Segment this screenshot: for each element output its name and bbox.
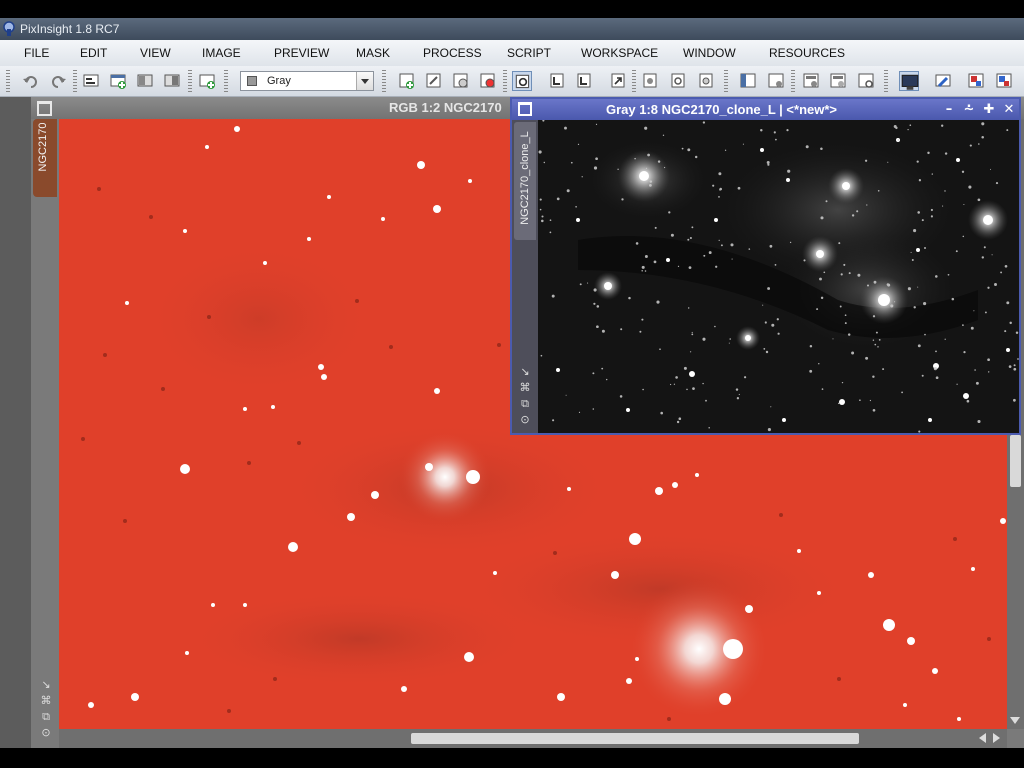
vertical-scroll-thumb[interactable]	[1010, 435, 1021, 487]
mask-mode-value: Gray	[267, 75, 291, 87]
fit-icon[interactable]: ⧉	[519, 398, 531, 410]
menu-view[interactable]: VIEW	[140, 40, 171, 66]
target-icon[interactable]: ⊙	[519, 414, 531, 426]
rgb-window-title: RGB 1:2 NGC2170	[389, 100, 502, 115]
menu-preview[interactable]: PREVIEW	[274, 40, 329, 66]
stf-icon-3[interactable]	[696, 71, 716, 91]
menu-mask[interactable]: MASK	[356, 40, 390, 66]
horizontal-scrollbar[interactable]	[59, 729, 1007, 748]
undo-icon[interactable]	[21, 71, 41, 91]
mask-mode-select[interactable]: Gray	[240, 71, 374, 91]
app-title: PixInsight 1.8 RC7	[20, 22, 120, 36]
new-view-icon[interactable]	[81, 71, 101, 91]
gray-window-title: Gray 1:8 NGC2170_clone_L | <*new*>	[606, 102, 838, 117]
monitor-icon[interactable]	[899, 71, 919, 91]
toolbar-separator	[503, 70, 507, 92]
window-menu-icon[interactable]	[518, 102, 532, 116]
redo-icon[interactable]	[48, 71, 68, 91]
toolbar-separator	[791, 70, 795, 92]
menu-image[interactable]: IMAGE	[202, 40, 241, 66]
gray-window-titlebar[interactable]: Gray 1:8 NGC2170_clone_L | <*new*> – ⩪ ✚…	[512, 99, 1019, 120]
menu-workspace[interactable]: WORKSPACE	[581, 40, 658, 66]
fit-view-icon[interactable]	[451, 71, 471, 91]
menu-file[interactable]: FILE	[24, 40, 49, 66]
toolbar-grip	[6, 70, 10, 92]
letterbox-top	[0, 0, 1024, 18]
new-preview-icon[interactable]	[108, 71, 128, 91]
mask-color-swatch	[247, 76, 257, 86]
shade-icon[interactable]: ⩪	[961, 99, 977, 120]
new-image-icon[interactable]	[197, 71, 217, 91]
gray-image-canvas[interactable]	[538, 120, 1019, 433]
fit-icon[interactable]: ⧉	[40, 711, 52, 723]
stf-icon-1[interactable]	[640, 71, 660, 91]
scroll-right-icon[interactable]	[993, 733, 1000, 743]
mode-icon-3[interactable]	[574, 71, 594, 91]
chevron-down-icon[interactable]	[356, 72, 373, 90]
explorer-icon[interactable]	[856, 71, 876, 91]
menu-process[interactable]: PROCESS	[423, 40, 482, 66]
main-toolbar: Gray	[0, 66, 1024, 97]
process-icon-2[interactable]	[994, 71, 1014, 91]
mode-icon-1[interactable]	[512, 71, 532, 91]
scroll-down-icon[interactable]	[1010, 717, 1020, 724]
maximize-icon[interactable]: ✚	[981, 99, 997, 120]
toolbar-separator	[632, 70, 636, 92]
gray-view-sidebar: NGC2170_clone_L ↘ ⌘ ⧉ ⊙	[512, 120, 538, 433]
menu-script[interactable]: SCRIPT	[507, 40, 551, 66]
app-titlebar[interactable]: PixInsight 1.8 RC7	[0, 18, 1024, 40]
toolbar-separator	[382, 70, 386, 92]
zoom-arrow-icon[interactable]: ↘	[519, 366, 531, 378]
layout-icon-1[interactable]	[738, 71, 758, 91]
layout-icon-4[interactable]	[828, 71, 848, 91]
layout-icon-2[interactable]	[766, 71, 786, 91]
target-icon[interactable]: ⊙	[40, 727, 52, 739]
layout-icon-3[interactable]	[801, 71, 821, 91]
toolbar-separator	[188, 70, 192, 92]
readout-icon[interactable]	[478, 71, 498, 91]
zoom-out-icon[interactable]	[424, 71, 444, 91]
pan-icon[interactable]: ⌘	[40, 695, 52, 707]
mode-icon-2[interactable]	[547, 71, 567, 91]
scroll-left-icon[interactable]	[979, 733, 986, 743]
horizontal-scroll-thumb[interactable]	[411, 733, 859, 744]
toolbar-separator	[884, 70, 888, 92]
mode-icon-4[interactable]	[608, 71, 628, 91]
close-icon[interactable]: ✕	[1001, 99, 1017, 120]
letterbox-bottom	[0, 748, 1024, 768]
toolbar-separator	[73, 70, 77, 92]
menu-resources[interactable]: RESOURCES	[769, 40, 845, 66]
zoom-in-icon[interactable]	[397, 71, 417, 91]
minimize-icon[interactable]: –	[941, 99, 957, 120]
toolbar-separator	[224, 70, 228, 92]
stf-icon-2[interactable]	[668, 71, 688, 91]
image-window-icon[interactable]	[135, 71, 155, 91]
gray-clone-window[interactable]: Gray 1:8 NGC2170_clone_L | <*new*> – ⩪ ✚…	[510, 97, 1021, 435]
view-identifier-label: NGC2170_clone_L	[519, 131, 531, 225]
pan-icon[interactable]: ⌘	[519, 382, 531, 394]
process-explorer-icon[interactable]	[933, 71, 953, 91]
toolbar-separator	[724, 70, 728, 92]
menu-edit[interactable]: EDIT	[80, 40, 107, 66]
process-icon-1[interactable]	[966, 71, 986, 91]
zoom-arrow-icon[interactable]: ↘	[40, 679, 52, 691]
pixinsight-logo-icon	[3, 21, 15, 36]
menu-window[interactable]: WINDOW	[683, 40, 736, 66]
menubar: FILE EDIT VIEW IMAGE PREVIEW MASK PROCES…	[0, 40, 1024, 67]
close-view-icon[interactable]	[162, 71, 182, 91]
